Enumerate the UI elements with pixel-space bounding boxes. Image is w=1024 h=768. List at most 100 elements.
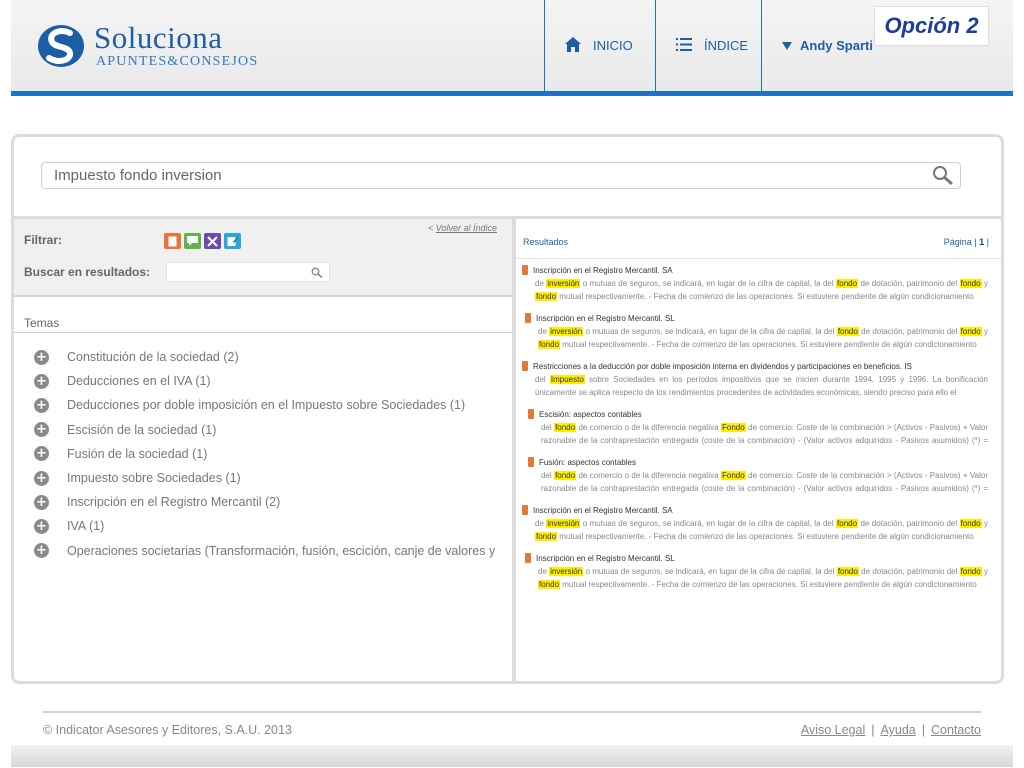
filter-icons xyxy=(164,233,241,249)
temas-list: + Constitución de la sociedad (2) + Deducc… xyxy=(34,345,495,563)
result-item[interactable]: Inscripción en el Registro Mercantil. SL… xyxy=(522,551,988,593)
search-input-value: Impuesto fondo inversion xyxy=(54,167,222,184)
tema-item[interactable]: + Deducciones por doble imposición en el … xyxy=(34,393,495,417)
result-snippet: del fondo de comercio o de la diferencia… xyxy=(528,421,988,449)
search-in-results-label: Buscar en resultados: xyxy=(24,265,151,279)
expand-plus-icon[interactable]: + xyxy=(34,349,49,365)
user-name: Andy Sparti xyxy=(800,38,873,53)
pager: Página | 1 | xyxy=(943,237,989,247)
back-link-prefix: < xyxy=(428,223,436,233)
tema-item[interactable]: + Deducciones en el IVA (1) xyxy=(34,369,495,393)
filter-label: Filtrar: xyxy=(24,233,63,247)
highlighted-term: fondo xyxy=(959,519,982,528)
comment-filter-icon[interactable] xyxy=(184,233,201,249)
search-input[interactable]: Impuesto fondo inversion xyxy=(41,162,961,189)
highlighted-term: inversión xyxy=(546,279,581,288)
document-icon xyxy=(528,409,534,419)
document-filter-icon[interactable] xyxy=(164,233,181,249)
result-title-row[interactable]: Fusión: aspectos contables xyxy=(528,455,988,469)
footer-divider xyxy=(43,711,981,713)
document-icon xyxy=(522,361,528,371)
highlighted-term: inversión xyxy=(549,327,584,336)
result-title-row[interactable]: Inscripción en el Registro Mercantil. SL xyxy=(525,551,988,565)
tema-label: Inscripción en el Registro Mercantil (2) xyxy=(67,495,281,510)
expand-plus-icon[interactable]: + xyxy=(34,494,49,510)
edit-filter-icon[interactable] xyxy=(224,233,241,249)
highlighted-term: Fondo xyxy=(721,423,746,432)
result-title-row[interactable]: Inscripción en el Registro Mercantil. SA xyxy=(522,503,988,517)
highlighted-term: fondo xyxy=(554,423,577,432)
footer-link-legal[interactable]: Aviso Legal xyxy=(801,723,865,737)
highlighted-term: fondo xyxy=(538,580,561,589)
result-snippet: del Impuesto sobre Sociedades en los per… xyxy=(535,375,988,397)
results-label: Resultados xyxy=(523,237,569,247)
search-in-results-input[interactable] xyxy=(166,262,330,282)
result-title: Inscripción en el Registro Mercantil. SL xyxy=(536,313,675,323)
document-icon xyxy=(525,553,531,563)
expand-plus-icon[interactable]: + xyxy=(34,518,49,534)
footer-bar xyxy=(11,745,1013,767)
highlighted-term: fondo xyxy=(836,519,859,528)
filter-area: < Volver al Índice Filtrar: Buscar en re… xyxy=(14,219,512,297)
highlighted-term: fondo xyxy=(535,532,558,541)
caret-down-icon xyxy=(782,38,792,53)
tema-item[interactable]: + Inscripción en el Registro Mercantil (2… xyxy=(34,490,495,514)
highlighted-term: fondo xyxy=(959,327,982,336)
tema-item[interactable]: + Escisión de la sociedad (1) xyxy=(34,418,495,442)
document-icon xyxy=(528,457,534,467)
footer-link-help[interactable]: Ayuda xyxy=(881,723,916,737)
tema-label: Deducciones por doble imposición en el I… xyxy=(67,398,466,413)
back-to-index-link[interactable]: < Volver al Índice xyxy=(428,223,497,233)
result-item[interactable]: Inscripción en el Registro Mercantil. SA… xyxy=(522,263,988,305)
result-title-row[interactable]: Inscripción en el Registro Mercantil. SA xyxy=(522,263,988,277)
tema-item[interactable]: + Fusión de la sociedad (1) xyxy=(34,442,495,466)
tools-filter-icon[interactable] xyxy=(204,233,221,249)
pager-current-page[interactable]: 1 xyxy=(979,237,984,247)
tema-label: Operaciones societarias (Transformación,… xyxy=(67,543,496,558)
result-title-row[interactable]: Inscripción en el Registro Mercantil. SL xyxy=(525,311,988,325)
highlighted-term: Fondo xyxy=(721,471,746,480)
document-icon xyxy=(522,265,528,275)
tema-item[interactable]: + IVA (1) xyxy=(34,514,495,538)
expand-plus-icon[interactable]: + xyxy=(34,446,49,462)
result-snippet: de inversión o mutuas de seguros, se ind… xyxy=(538,327,988,349)
result-item[interactable]: Fusión: aspectos contables del fondo de … xyxy=(522,455,988,497)
nav-home[interactable]: INICIO xyxy=(544,0,655,91)
main-panel: Impuesto fondo inversion < Volver al Índ… xyxy=(11,134,1004,684)
tema-item[interactable]: + Impuesto sobre Sociedades (1) xyxy=(34,466,495,490)
highlighted-term: inversión xyxy=(549,567,584,576)
tema-item[interactable]: + Operaciones societarias (Transformación… xyxy=(34,539,495,563)
result-title: Restricciones a la deducción por doble i… xyxy=(533,361,912,371)
logo[interactable]: Soluciona APUNTES&CONSEJOS xyxy=(37,20,277,76)
highlighted-term: fondo xyxy=(535,292,558,301)
footer-separator: | xyxy=(921,723,925,737)
nav-index[interactable]: ÍNDICE xyxy=(655,0,761,91)
results-list: Inscripción en el Registro Mercantil. SA… xyxy=(522,263,988,599)
tema-label: Impuesto sobre Sociedades (1) xyxy=(67,471,241,486)
result-item[interactable]: Restricciones a la deducción por doble i… xyxy=(522,359,988,401)
expand-plus-icon[interactable]: + xyxy=(34,397,49,413)
tema-label: Deducciones en el IVA (1) xyxy=(67,374,211,389)
copyright: © Indicator Asesores y Editores, S.A.U. … xyxy=(43,723,292,737)
mini-search-icon[interactable] xyxy=(311,267,323,278)
left-column: < Volver al Índice Filtrar: Buscar en re… xyxy=(14,219,512,681)
tema-label: IVA (1) xyxy=(67,519,105,534)
tema-item[interactable]: + Constitución de la sociedad (2) xyxy=(34,345,495,369)
page: Soluciona APUNTES&CONSEJOS INICIO ÍNDICE… xyxy=(0,0,1024,768)
expand-plus-icon[interactable]: + xyxy=(34,543,49,559)
result-title: Fusión: aspectos contables xyxy=(539,457,636,467)
result-title-row[interactable]: Restricciones a la deducción por doble i… xyxy=(522,359,988,373)
result-snippet: de inversión o mutuas de seguros, se ind… xyxy=(535,279,988,301)
footer-link-contact[interactable]: Contacto xyxy=(931,723,981,737)
expand-plus-icon[interactable]: + xyxy=(34,373,49,389)
result-item[interactable]: Escisión: aspectos contables del fondo d… xyxy=(522,407,988,449)
expand-plus-icon[interactable]: + xyxy=(34,470,49,486)
search-icon[interactable] xyxy=(932,165,954,185)
result-snippet: del fondo de comercio o de la diferencia… xyxy=(528,469,988,497)
highlighted-term: fondo xyxy=(554,471,577,480)
result-item[interactable]: Inscripción en el Registro Mercantil. SL… xyxy=(522,311,988,353)
expand-plus-icon[interactable]: + xyxy=(34,422,49,438)
result-title-row[interactable]: Escisión: aspectos contables xyxy=(528,407,988,421)
footer-links: Aviso Legal | Ayuda | Contacto xyxy=(801,723,981,737)
result-item[interactable]: Inscripción en el Registro Mercantil. SA… xyxy=(522,503,988,545)
